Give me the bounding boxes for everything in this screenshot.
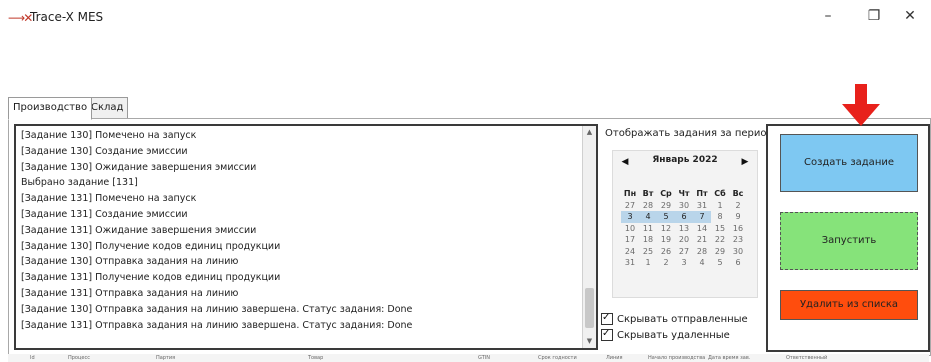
tab-production[interactable]: Производство bbox=[8, 97, 93, 120]
calendar-day[interactable]: 5 bbox=[711, 257, 729, 269]
calendar-week-row: 24 25 26 27 28 29 30 bbox=[621, 239, 747, 256]
grid-column-header[interactable]: Партия bbox=[156, 354, 175, 362]
log-line[interactable]: [Задание 130] Получение кодов единиц про… bbox=[21, 239, 579, 255]
hide-deleted-checkbox[interactable]: Скрывать удаленные bbox=[601, 327, 730, 342]
calendar-week-row: 17 18 19 20 21 22 23 bbox=[621, 227, 747, 244]
restore-button[interactable]: ❐ bbox=[864, 6, 884, 26]
close-button[interactable]: ✕ bbox=[900, 6, 920, 26]
calendar-day[interactable]: 6 bbox=[729, 257, 747, 269]
remove-from-list-button[interactable]: Удалить из списка bbox=[780, 290, 918, 320]
create-task-button[interactable]: Создать задание bbox=[780, 134, 918, 192]
checkbox-checked-icon[interactable] bbox=[601, 311, 613, 325]
title-bar: ⟶✕ Trace-X MES – ❐ ✕ bbox=[0, 0, 931, 36]
checkbox-checked-icon[interactable] bbox=[601, 327, 613, 341]
log-scrollbar[interactable]: ▲ ▼ bbox=[582, 126, 596, 348]
calendar-day[interactable]: 3 bbox=[675, 257, 693, 269]
grid-column-header[interactable]: Ответственный bbox=[786, 354, 827, 362]
calendar-weekdays-row: Пн Вт Ср Чт Пт Сб Вс bbox=[621, 181, 747, 198]
log-line[interactable]: [Задание 131] Получение кодов единиц про… bbox=[21, 270, 579, 286]
scroll-down-icon[interactable]: ▼ bbox=[583, 335, 596, 348]
grid-column-header[interactable]: Линия bbox=[606, 354, 623, 362]
window-title: Trace-X MES bbox=[30, 10, 104, 24]
tasks-grid-header: Id Процесс Партия Товар GTIN Срок годности Лин… bbox=[8, 354, 929, 362]
log-line[interactable]: [Задание 131] Отправка задания на линию … bbox=[21, 318, 579, 334]
log-line[interactable]: [Задание 131] Создание эмиссии bbox=[21, 207, 579, 223]
grid-column-header[interactable]: Процесс bbox=[68, 354, 90, 362]
calendar-grid: Пн Вт Ср Чт Пт Сб Вс 27 28 29 30 31 1 2 3 4 5 6 7 8 9 10 11 12 1… bbox=[621, 181, 747, 267]
month-calendar[interactable]: ◀ Январь 2022 ▶ Пн Вт Ср Чт Пт Сб Вс 27 28 29 30 31… bbox=[612, 150, 758, 298]
hide-sent-checkbox[interactable]: Скрывать отправленные bbox=[601, 311, 748, 326]
grid-column-header[interactable]: Начало производства bbox=[648, 354, 705, 362]
calendar-week-row: 27 28 29 30 31 1 2 bbox=[621, 193, 747, 210]
task-log-list[interactable]: [Задание 130] Помечено на запуск [Задание… bbox=[14, 124, 598, 350]
scroll-up-icon[interactable]: ▲ bbox=[583, 126, 596, 139]
calendar-header: ◀ Январь 2022 ▶ bbox=[613, 151, 757, 173]
calendar-day[interactable]: 2 bbox=[657, 257, 675, 269]
grid-column-header[interactable]: Товар bbox=[308, 354, 323, 362]
log-line[interactable]: [Задание 130] Ожидание завершения эмисси… bbox=[21, 160, 579, 176]
calendar-week-row: 31 1 2 3 4 5 6 bbox=[621, 250, 747, 267]
calendar-prev-icon[interactable]: ◀ bbox=[617, 154, 633, 170]
red-arrow-icon bbox=[842, 84, 880, 126]
calendar-day[interactable]: 1 bbox=[639, 257, 657, 269]
log-line[interactable]: [Задание 131] Ожидание завершения эмисси… bbox=[21, 223, 579, 239]
log-line[interactable]: [Задание 131] Отправка задания на линию bbox=[21, 286, 579, 302]
period-label: Отображать задания за период: bbox=[605, 128, 777, 139]
grid-column-header[interactable]: Id bbox=[30, 354, 35, 362]
log-line[interactable]: [Задание 130] Создание эмиссии bbox=[21, 144, 579, 160]
calendar-week-row: 3456789 bbox=[621, 204, 747, 223]
grid-column-header[interactable]: Дата время зав. bbox=[708, 354, 750, 362]
log-lines: [Задание 130] Помечено на запуск [Задание… bbox=[21, 128, 579, 333]
tab-warehouse[interactable]: Склад bbox=[86, 97, 129, 119]
calendar-month-label[interactable]: Январь 2022 bbox=[637, 155, 733, 165]
app-logo-icon: ⟶✕ bbox=[8, 11, 33, 25]
calendar-week-row: 10 11 12 13 14 15 16 bbox=[621, 216, 747, 233]
hide-deleted-label: Скрывать удаленные bbox=[617, 330, 730, 341]
grid-column-header[interactable]: GTIN bbox=[478, 354, 490, 362]
hide-sent-label: Скрывать отправленные bbox=[617, 314, 748, 325]
calendar-next-icon[interactable]: ▶ bbox=[737, 154, 753, 170]
log-line[interactable]: [Задание 130] Отправка задания на линию bbox=[21, 254, 579, 270]
log-line[interactable]: [Задание 130] Отправка задания на линию … bbox=[21, 302, 579, 318]
minimize-button[interactable]: – bbox=[818, 6, 838, 26]
log-line[interactable]: [Задание 131] Помечено на запуск bbox=[21, 191, 579, 207]
grid-column-header[interactable]: Срок годности bbox=[538, 354, 577, 362]
calendar-day[interactable]: 31 bbox=[621, 257, 639, 269]
calendar-day[interactable]: 4 bbox=[693, 257, 711, 269]
scroll-thumb[interactable] bbox=[585, 288, 594, 328]
log-line[interactable]: Выбрано задание [131] bbox=[21, 175, 579, 191]
log-line[interactable]: [Задание 130] Помечено на запуск bbox=[21, 128, 579, 144]
run-button[interactable]: Запустить bbox=[780, 212, 918, 270]
